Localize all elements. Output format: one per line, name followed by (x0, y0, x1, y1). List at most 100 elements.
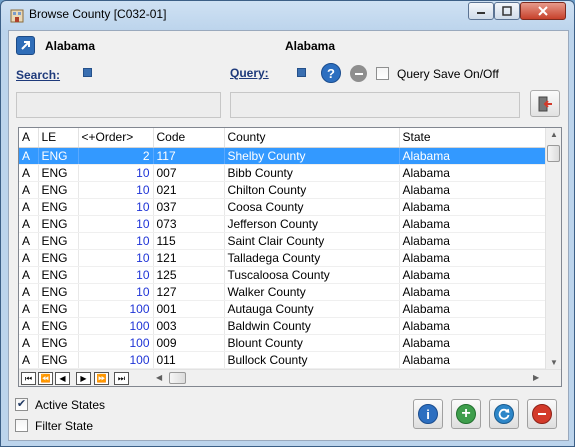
cell-state: Alabama (399, 198, 547, 216)
table-row[interactable]: A ENG 10 121 Talladega County Alabama (19, 249, 547, 267)
column-header-order[interactable]: <+Order> (78, 128, 154, 148)
table-row[interactable]: A ENG 10 127 Walker County Alabama (19, 283, 547, 301)
active-states-label: Active States (35, 398, 106, 412)
info-button[interactable]: i (413, 399, 443, 429)
previous-page-button[interactable]: ⏪ (38, 372, 53, 385)
query-input[interactable] (230, 92, 520, 118)
cell-order: 2 (78, 147, 154, 165)
scroll-right-icon[interactable]: ▶ (533, 373, 539, 382)
cell-a: A (19, 266, 39, 284)
cell-le: ENG (38, 198, 79, 216)
column-header-le[interactable]: LE (38, 128, 79, 148)
close-button[interactable] (520, 2, 566, 20)
filter-state-checkbox[interactable] (15, 419, 28, 432)
window-title: Browse County [C032-01] (29, 7, 167, 21)
building-icon (10, 9, 24, 23)
first-record-icon: ⏮ (24, 373, 33, 383)
cell-code: 115 (153, 232, 225, 250)
help-button[interactable]: ? (321, 63, 341, 83)
column-header-state[interactable]: State (399, 128, 547, 148)
cell-county: Autauga County (224, 300, 400, 318)
clear-query-button[interactable] (350, 65, 367, 82)
table-row[interactable]: A ENG 100 003 Baldwin County Alabama (19, 317, 547, 335)
cell-order: 10 (78, 232, 154, 250)
scroll-left-icon[interactable]: ◀ (156, 373, 162, 382)
last-record-button[interactable]: ⏭ (114, 372, 129, 385)
exit-button[interactable] (530, 90, 560, 117)
cell-a: A (19, 164, 39, 182)
add-button[interactable]: + (451, 399, 481, 429)
cell-order: 10 (78, 181, 154, 199)
county-table: A LE <+Order> Code County State A ENG 2 117… (19, 128, 547, 369)
column-header-code[interactable]: Code (153, 128, 225, 148)
cell-le: ENG (38, 215, 79, 233)
cell-code: 121 (153, 249, 225, 267)
next-page-icon: ⏩ (96, 373, 107, 383)
delete-button[interactable] (527, 399, 557, 429)
query-save-checkbox[interactable] (376, 67, 389, 80)
cell-county: Talladega County (224, 249, 400, 267)
table-row[interactable]: A ENG 100 009 Blount County Alabama (19, 334, 547, 352)
scroll-up-icon[interactable]: ▲ (550, 130, 558, 139)
minimize-icon (477, 12, 485, 14)
column-header-a[interactable]: A (19, 128, 39, 148)
cell-code: 009 (153, 334, 225, 352)
cell-order: 100 (78, 317, 154, 335)
table-row[interactable]: A ENG 10 073 Jefferson County Alabama (19, 215, 547, 233)
table-row[interactable]: A ENG 10 115 Saint Clair County Alabama (19, 232, 547, 250)
cell-le: ENG (38, 232, 79, 250)
cell-order: 10 (78, 283, 154, 301)
horizontal-scroll-thumb[interactable] (169, 372, 186, 384)
minimize-button[interactable] (468, 2, 494, 20)
cell-code: 127 (153, 283, 225, 301)
cell-le: ENG (38, 334, 79, 352)
cell-code: 007 (153, 164, 225, 182)
county-grid: A LE <+Order> Code County State A ENG 2 117… (18, 127, 562, 387)
search-options-button[interactable] (83, 68, 92, 77)
table-row[interactable]: A ENG 10 007 Bibb County Alabama (19, 164, 547, 182)
cell-a: A (19, 317, 39, 335)
cell-county: Walker County (224, 283, 400, 301)
active-states-checkbox[interactable]: ✔ (15, 398, 28, 411)
go-button[interactable] (16, 36, 35, 55)
table-row[interactable]: A ENG 10 021 Chilton County Alabama (19, 181, 547, 199)
cell-code: 073 (153, 215, 225, 233)
cell-state: Alabama (399, 334, 547, 352)
cell-a: A (19, 147, 39, 165)
table-row[interactable]: A ENG 2 117 Shelby County Alabama (19, 147, 547, 165)
next-page-button[interactable]: ⏩ (94, 372, 109, 385)
browse-county-window: Browse County [C032-01] Alabama Alabama … (0, 0, 575, 447)
scroll-down-icon[interactable]: ▼ (550, 358, 558, 367)
table-row[interactable]: A ENG 100 011 Bullock County Alabama (19, 351, 547, 369)
previous-record-icon: ◀ (59, 373, 66, 383)
cell-le: ENG (38, 266, 79, 284)
cell-le: ENG (38, 164, 79, 182)
horizontal-scrollbar[interactable]: ⏮ ⏪ ◀ ▶ ⏩ ⏭ ◀ ▶ (19, 369, 561, 386)
cell-code: 117 (153, 147, 225, 165)
first-record-button[interactable]: ⏮ (21, 372, 36, 385)
cell-order: 10 (78, 164, 154, 182)
cell-le: ENG (38, 317, 79, 335)
cell-le: ENG (38, 283, 79, 301)
previous-record-button[interactable]: ◀ (55, 372, 70, 385)
cell-le: ENG (38, 351, 79, 369)
next-record-button[interactable]: ▶ (76, 372, 91, 385)
search-input[interactable] (16, 92, 221, 118)
maximize-button[interactable] (494, 2, 520, 20)
cell-county: Blount County (224, 334, 400, 352)
refresh-button[interactable] (489, 399, 519, 429)
vertical-scrollbar[interactable]: ▲ ▼ (545, 128, 561, 371)
table-row[interactable]: A ENG 10 125 Tuscaloosa County Alabama (19, 266, 547, 284)
cell-state: Alabama (399, 249, 547, 267)
cell-county: Chilton County (224, 181, 400, 199)
table-header-row: A LE <+Order> Code County State (19, 128, 547, 148)
table-row[interactable]: A ENG 100 001 Autauga County Alabama (19, 300, 547, 318)
column-header-county[interactable]: County (224, 128, 400, 148)
query-label: Query: (230, 66, 269, 80)
table-row[interactable]: A ENG 10 037 Coosa County Alabama (19, 198, 547, 216)
cell-le: ENG (38, 181, 79, 199)
maximize-icon (502, 6, 512, 16)
query-options-button[interactable] (297, 68, 306, 77)
cell-county: Shelby County (224, 147, 400, 165)
vertical-scroll-thumb[interactable] (547, 145, 560, 162)
